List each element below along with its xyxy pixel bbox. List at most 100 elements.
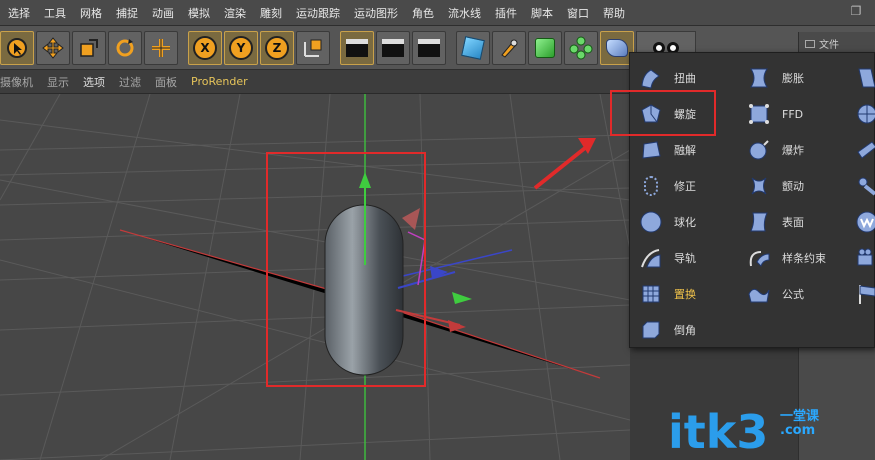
twist-highlight-box xyxy=(610,90,716,136)
menu-select[interactable]: 选择 xyxy=(8,5,30,21)
spline-wrap-icon xyxy=(744,243,774,273)
viewport-menu-options[interactable]: 选项 xyxy=(83,74,105,90)
deformer-item-explosion[interactable]: 爆炸 xyxy=(744,133,804,167)
deformer-item-jiggle[interactable]: 颤动 xyxy=(744,169,804,203)
rotate-tool-button[interactable] xyxy=(108,30,142,65)
menu-motion-tracking[interactable]: 运动跟踪 xyxy=(296,5,340,21)
move-tool-button[interactable] xyxy=(36,30,70,65)
viewport-menu-filter[interactable]: 过滤 xyxy=(119,74,141,90)
deformer-item-extra-5[interactable] xyxy=(852,205,875,239)
spherify-label: 球化 xyxy=(674,216,696,229)
menu-plugins[interactable]: 插件 xyxy=(495,5,517,21)
displacer-label: 置换 xyxy=(674,288,696,301)
cursor-icon xyxy=(7,37,27,58)
scale-icon xyxy=(80,38,98,57)
panel-icon xyxy=(805,39,815,48)
deformer-item-bulge[interactable]: 膨胀 xyxy=(744,61,804,95)
deformer-item-extra-7[interactable] xyxy=(852,277,875,311)
viewport-menu-prorender[interactable]: ProRender xyxy=(191,75,248,88)
wave-icon xyxy=(852,207,875,237)
menu-mesh[interactable]: 网格 xyxy=(80,5,102,21)
clapper-icon xyxy=(346,38,368,57)
z-axis-lock-button[interactable]: Z xyxy=(260,30,294,65)
deformer-item-bevel[interactable]: 倒角 xyxy=(636,313,696,347)
menu-render[interactable]: 渲染 xyxy=(224,5,246,21)
deformer-item-melt[interactable]: 融解 xyxy=(636,133,696,167)
flag-icon xyxy=(852,279,875,309)
spline-wrap-label: 样条约束 xyxy=(782,252,826,265)
menu-pipeline[interactable]: 流水线 xyxy=(448,5,481,21)
watermark-domain: .com xyxy=(780,423,816,438)
clapper-play-icon xyxy=(382,38,404,57)
select-tool-button[interactable] xyxy=(0,30,34,65)
displacer-icon xyxy=(636,279,666,309)
cube-object-button[interactable] xyxy=(456,30,490,65)
deformer-item-correction[interactable]: 修正 xyxy=(636,169,696,203)
bend-icon xyxy=(636,63,666,93)
deformer-item-spline-wrap[interactable]: 样条约束 xyxy=(744,241,826,275)
melt-icon xyxy=(636,135,666,165)
rail-label: 导轨 xyxy=(674,252,696,265)
bulge-label: 膨胀 xyxy=(782,72,804,85)
menu-mograph[interactable]: 运动图形 xyxy=(354,5,398,21)
deformer-item-spherify[interactable]: 球化 xyxy=(636,205,696,239)
clapper-gear-icon xyxy=(418,38,440,57)
window-restore-icon[interactable]: ❐ xyxy=(847,4,865,22)
menu-character[interactable]: 角色 xyxy=(412,5,434,21)
deformer-item-extra-6[interactable] xyxy=(852,241,875,275)
capsule-highlight-box xyxy=(266,152,426,387)
correction-label: 修正 xyxy=(674,180,696,193)
subdivision-icon xyxy=(535,37,555,58)
jiggle-label: 颤动 xyxy=(782,180,804,193)
deformer-item-displacer[interactable]: 置换 xyxy=(636,277,696,311)
crosshair-icon xyxy=(152,38,170,57)
bend-label: 扭曲 xyxy=(674,72,696,85)
surface-label: 表面 xyxy=(782,216,804,229)
menu-snap[interactable]: 捕捉 xyxy=(116,5,138,21)
jiggle-icon xyxy=(744,171,774,201)
menu-simulate[interactable]: 模拟 xyxy=(188,5,210,21)
render-settings-button[interactable] xyxy=(412,30,446,65)
bulge-icon xyxy=(744,63,774,93)
rotate-icon xyxy=(116,38,134,56)
subdivision-button[interactable] xyxy=(528,30,562,65)
live-select-tool-button[interactable] xyxy=(144,30,178,65)
formula-label: 公式 xyxy=(782,288,804,301)
menu-sculpt[interactable]: 雕刻 xyxy=(260,5,282,21)
deformer-item-formula[interactable]: 公式 xyxy=(744,277,804,311)
y-axis-lock-button[interactable]: Y xyxy=(224,30,258,65)
deformer-item-extra-3[interactable] xyxy=(852,133,875,167)
menu-animate[interactable]: 动画 xyxy=(152,5,174,21)
scale-tool-button[interactable] xyxy=(72,30,106,65)
coordinate-system-button[interactable] xyxy=(296,30,330,65)
deformer-item-ffd[interactable]: FFD xyxy=(744,97,803,131)
menu-window[interactable]: 窗口 xyxy=(567,5,589,21)
cube-icon xyxy=(461,35,485,60)
z-axis-label: Z xyxy=(265,35,289,60)
menu-help[interactable]: 帮助 xyxy=(603,5,625,21)
render-to-picture-viewer-button[interactable] xyxy=(376,30,410,65)
sphere-icon xyxy=(636,207,666,237)
render-view-button[interactable] xyxy=(340,30,374,65)
deformer-item-extra-4[interactable] xyxy=(852,169,875,203)
x-axis-lock-button[interactable]: X xyxy=(188,30,222,65)
spline-pen-button[interactable] xyxy=(492,30,526,65)
deformer-item-rail[interactable]: 导轨 xyxy=(636,241,696,275)
deformer-item-extra-1[interactable] xyxy=(852,61,875,95)
viewport-menu-display[interactable]: 显示 xyxy=(47,74,69,90)
film-camera-icon xyxy=(852,243,875,273)
x-axis-label: X xyxy=(193,35,217,60)
menu-script[interactable]: 脚本 xyxy=(531,5,553,21)
deformer-item-extra-2[interactable] xyxy=(852,97,875,131)
bevel-label: 倒角 xyxy=(674,324,696,337)
explosion-label: 爆炸 xyxy=(782,144,804,157)
menu-tools[interactable]: 工具 xyxy=(44,5,66,21)
array-button[interactable] xyxy=(564,30,598,65)
surface-icon xyxy=(744,207,774,237)
viewport-menu-panel[interactable]: 面板 xyxy=(155,74,177,90)
shear-icon xyxy=(852,63,875,93)
rail-icon xyxy=(636,243,666,273)
deformer-item-surface[interactable]: 表面 xyxy=(744,205,804,239)
taper-icon xyxy=(852,135,875,165)
viewport-menu-cameras[interactable]: 摄像机 xyxy=(0,74,33,90)
